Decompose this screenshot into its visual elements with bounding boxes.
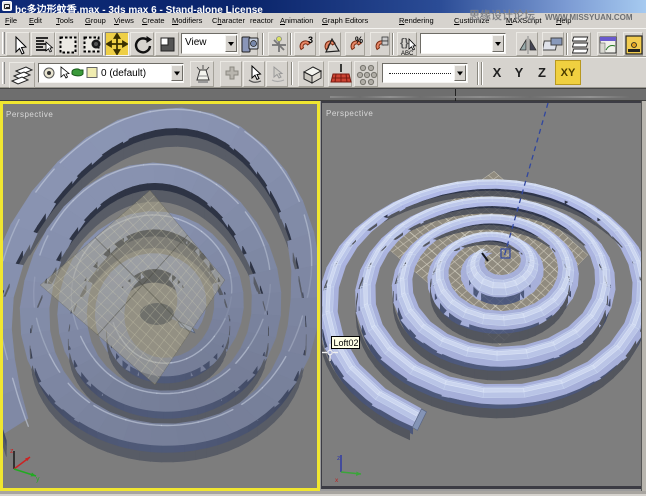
svg-text:Loft02: Loft02 xyxy=(334,338,359,348)
svg-text:x: x xyxy=(335,477,339,484)
svg-text:z: z xyxy=(10,448,14,455)
svg-text:3: 3 xyxy=(308,35,313,45)
svg-text:y: y xyxy=(36,476,40,483)
svg-text:z: z xyxy=(337,455,340,462)
svg-text:%: % xyxy=(355,35,363,45)
svg-text:{}: {} xyxy=(400,37,409,49)
